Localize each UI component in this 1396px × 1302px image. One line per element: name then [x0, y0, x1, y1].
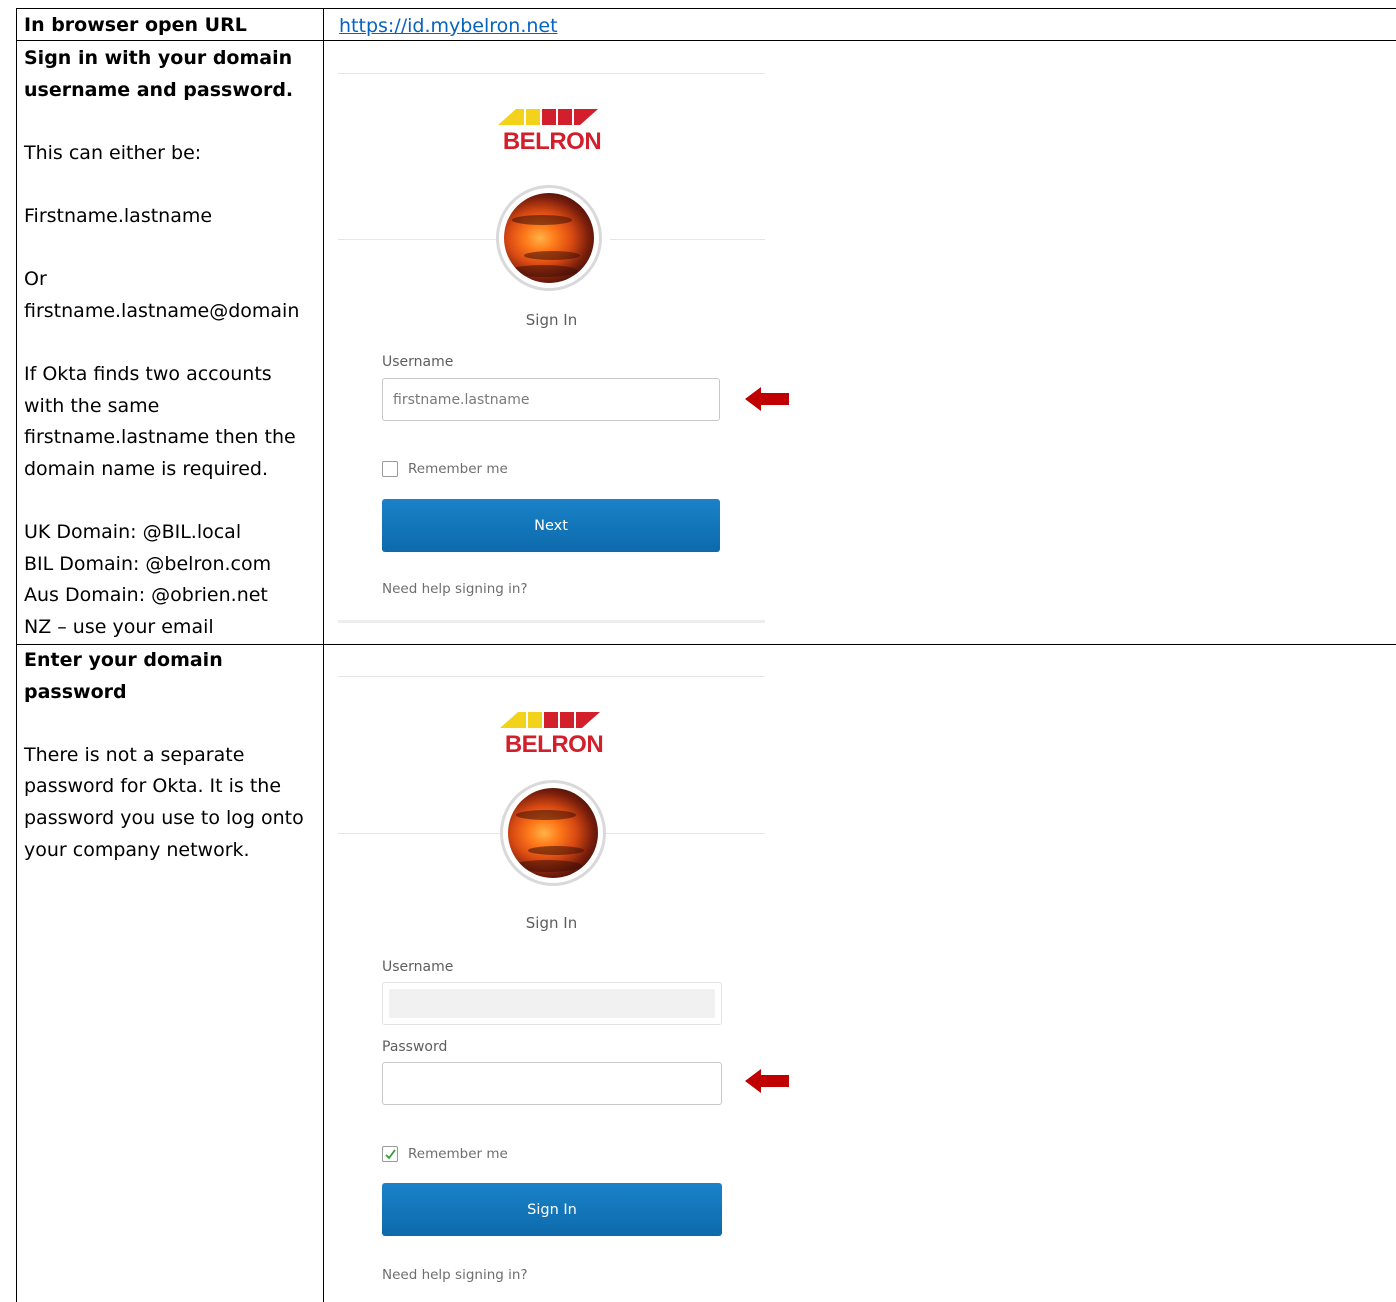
signin-title: Sign In — [525, 914, 578, 932]
row2-instructions: Sign in with your domain username and pa… — [24, 43, 316, 643]
password-label: Password — [382, 1039, 448, 1055]
belron-logo-stripes-icon — [500, 712, 600, 728]
signin-button[interactable]: Sign In — [382, 1183, 722, 1236]
remember-me-checkbox[interactable] — [382, 1146, 398, 1162]
okta-signin-password-screen: BELRON Sign In Username Password Remembe… — [338, 676, 765, 1302]
username-label: Username — [382, 959, 454, 975]
signin-title: Sign In — [525, 311, 578, 329]
table-border-left — [16, 8, 17, 1302]
row1-label-cell: In browser open URL — [24, 10, 316, 42]
help-signing-in-link[interactable]: Need help signing in? — [382, 1267, 528, 1283]
remember-me-label: Remember me — [408, 1146, 508, 1162]
left-arrow-icon — [745, 387, 789, 411]
username-label: Username — [382, 354, 454, 370]
row2-line-8: NZ – use your email — [24, 615, 214, 638]
table-border-mid — [323, 8, 324, 1302]
belron-url-link[interactable]: https://id.mybelron.net — [339, 12, 558, 40]
row2-line-6: BIL Domain: @belron.com — [24, 552, 272, 575]
belron-logo-stripes-icon — [498, 109, 598, 125]
row2-heading: Sign in with your domain username and pa… — [24, 47, 294, 101]
row3-instructions: Enter your domain password There is not … — [24, 645, 316, 866]
okta-signin-username-screen: BELRON Sign In Username Remember me Next… — [338, 73, 765, 625]
row2-line-3: firstname.lastname@domain — [24, 299, 300, 322]
row3-heading: Enter your domain password — [24, 649, 223, 703]
avatar-sunset-image — [500, 780, 606, 886]
belron-logo: BELRON — [496, 710, 612, 758]
belron-logo: BELRON — [494, 107, 610, 155]
username-readonly-field[interactable] — [382, 982, 722, 1025]
row1-label: In browser open URL — [24, 14, 247, 36]
row2-line-7: Aus Domain: @obrien.net — [24, 584, 268, 607]
avatar-sunset-image — [496, 185, 602, 291]
checkmark-icon — [384, 1148, 396, 1159]
table-border-top — [16, 8, 1396, 9]
row3-body: There is not a separate password for Okt… — [24, 743, 304, 861]
help-signing-in-link[interactable]: Need help signing in? — [382, 581, 528, 597]
remember-me-label: Remember me — [408, 461, 508, 477]
belron-logo-text: BELRON — [502, 128, 602, 155]
row2-line-0: This can either be: — [24, 141, 202, 164]
username-input[interactable] — [382, 378, 720, 421]
next-button[interactable]: Next — [382, 499, 720, 552]
row2-line-2: Or — [24, 268, 47, 291]
password-input[interactable] — [382, 1062, 722, 1105]
row2-line-4: If Okta finds two accounts with the same… — [24, 362, 296, 480]
row2-line-1: Firstname.lastname — [24, 204, 213, 227]
remember-me-checkbox[interactable] — [382, 461, 398, 477]
left-arrow-icon — [745, 1069, 789, 1093]
remember-me-row[interactable]: Remember me — [382, 461, 508, 477]
belron-logo-text: BELRON — [504, 731, 604, 758]
remember-me-row[interactable]: Remember me — [382, 1146, 508, 1162]
row2-line-5: UK Domain: @BIL.local — [24, 520, 242, 543]
